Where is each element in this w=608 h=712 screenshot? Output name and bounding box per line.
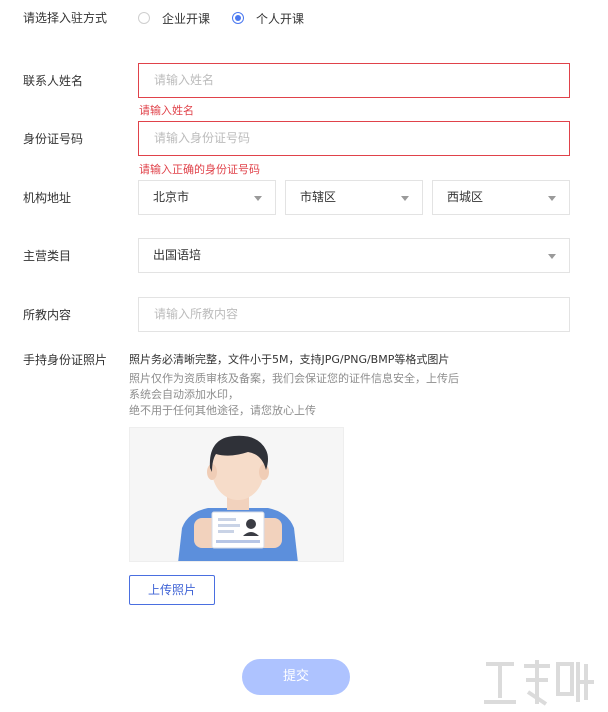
person-holding-id-illustration xyxy=(178,435,298,561)
district-select[interactable]: 市辖区 xyxy=(285,180,423,215)
contact-name-label: 联系人姓名 xyxy=(23,74,84,88)
upload-photo-button[interactable]: 上传照片 xyxy=(129,575,215,605)
id-photo-example-image xyxy=(129,427,344,562)
radio-personal[interactable]: 个人开课 xyxy=(232,10,304,27)
radio-unchecked-icon xyxy=(138,12,150,24)
radio-personal-label: 个人开课 xyxy=(256,11,305,26)
photo-privacy-note: 照片仅作为资质审核及备案，我们会保证您的证件信息安全，上传后系统会自动添加水印，… xyxy=(129,371,459,419)
radio-checked-icon xyxy=(232,12,245,24)
id-number-input[interactable]: 请输入身份证号码 xyxy=(138,121,570,156)
radio-enterprise[interactable]: 企业开课 xyxy=(138,10,210,27)
photo-privacy-line-1: 照片仅作为资质审核及备案，我们会保证您的证件信息安全，上传后系统会自动添加水印， xyxy=(129,372,459,401)
chevron-down-icon xyxy=(548,196,556,201)
photo-privacy-line-2: 绝不用于任何其他途径，请您放心上传 xyxy=(129,404,316,417)
teaching-content-label: 所教内容 xyxy=(23,308,72,322)
area-select-value: 西城区 xyxy=(447,190,484,204)
submit-button[interactable]: 提交 xyxy=(242,659,350,695)
id-photo-label: 手持身份证照片 xyxy=(23,353,108,367)
id-number-error: 请输入正确的身份证号码 xyxy=(139,163,260,176)
radio-enterprise-label: 企业开课 xyxy=(162,11,211,26)
address-label: 机构地址 xyxy=(23,191,72,205)
id-number-label: 身份证号码 xyxy=(23,132,84,146)
site-watermark-logo xyxy=(484,660,594,706)
join-method-label: 请选择入驻方式 xyxy=(23,11,108,25)
chevron-down-icon xyxy=(254,196,262,201)
join-method-radio-group: 企业开课 个人开课 xyxy=(138,10,304,26)
category-label: 主营类目 xyxy=(23,249,72,263)
category-select[interactable]: 出国语培 xyxy=(138,238,570,273)
city-select-value: 北京市 xyxy=(153,190,190,204)
chevron-down-icon xyxy=(401,196,409,201)
area-select[interactable]: 西城区 xyxy=(432,180,570,215)
category-select-value: 出国语培 xyxy=(153,248,202,262)
teaching-content-input[interactable]: 请输入所教内容 xyxy=(138,297,570,332)
chevron-down-icon xyxy=(548,254,556,259)
district-select-value: 市辖区 xyxy=(300,190,337,204)
contact-name-input[interactable]: 请输入姓名 xyxy=(138,63,570,98)
contact-name-error: 请输入姓名 xyxy=(139,104,194,117)
photo-requirement-text: 照片务必清晰完整，文件小于5M，支持JPG/PNG/BMP等格式图片 xyxy=(129,353,450,366)
city-select[interactable]: 北京市 xyxy=(138,180,276,215)
